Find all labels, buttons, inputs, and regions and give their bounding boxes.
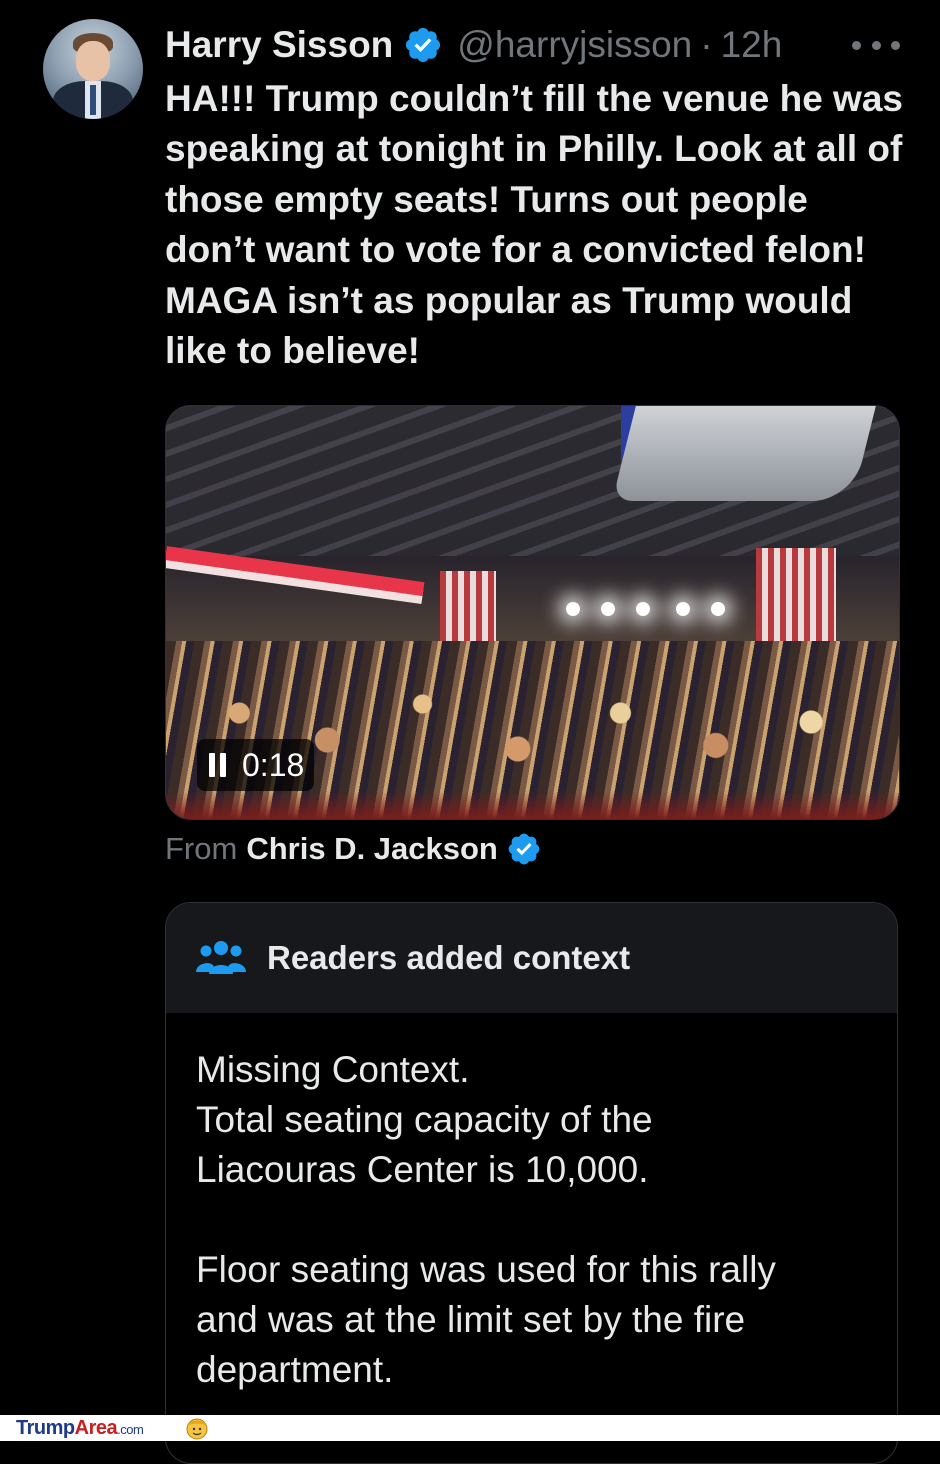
from-author-name[interactable]: Chris D. Jackson [246,831,498,867]
note-line: department. [196,1349,394,1390]
note-line: Floor seating was used for this rally [196,1249,776,1290]
watermark-logo-icon [186,1418,208,1440]
from-label: From [165,831,238,866]
note-line: Missing Context. [196,1049,470,1090]
community-note-title: Readers added context [267,939,631,976]
more-dot [871,40,881,50]
avatar-tie [90,85,96,115]
people-icon [196,941,246,974]
pause-icon[interactable] [209,753,226,777]
tweet-video[interactable]: 0:18 [165,405,900,820]
watermark-trump: Trump [16,1417,75,1439]
separator-dot: · [700,24,713,65]
author-name[interactable]: Harry Sisson [165,24,393,66]
tweet-text: HA!!! Trump couldn’t fill the venue he w… [165,78,903,372]
more-dot [891,40,900,50]
watermark-area: Area [74,1417,118,1439]
note-paragraph-gap [196,1195,867,1245]
video-attribution: From Chris D. Jackson [165,826,542,872]
video-time: 0:18 [242,746,305,783]
watermark-com: .com [117,1422,144,1437]
author-handle[interactable]: @harryjsisson [457,24,692,66]
avatar-face [76,41,110,81]
video-floor [166,791,899,819]
community-note-header[interactable]: Readers added context [166,903,897,1013]
tweet-header: Harry Sisson @harryjsisson · 12h [165,20,782,70]
community-note-body: Missing Context. Total seating capacity … [166,1013,897,1395]
community-note: Readers added context Missing Context. T… [165,902,898,1464]
more-icon[interactable] [852,30,900,60]
author-avatar[interactable] [43,19,143,119]
tweet-timestamp[interactable]: 12h [721,24,783,66]
video-playback-badge[interactable]: 0:18 [197,739,315,791]
watermark-text: TrumpArea.com [16,1417,144,1440]
watermark-bar: TrumpArea.com [0,1415,940,1441]
video-flag [756,548,836,648]
more-dot [852,40,861,50]
note-line: Total seating capacity of the [196,1099,653,1140]
video-lights [556,594,736,624]
note-line: and was at the limit set by the fire [196,1299,746,1340]
note-line: Liacouras Center is 10,000. [196,1149,649,1190]
video-scoreboard [612,406,876,501]
verified-badge-icon[interactable] [506,831,542,867]
verified-badge-icon[interactable] [403,25,443,65]
